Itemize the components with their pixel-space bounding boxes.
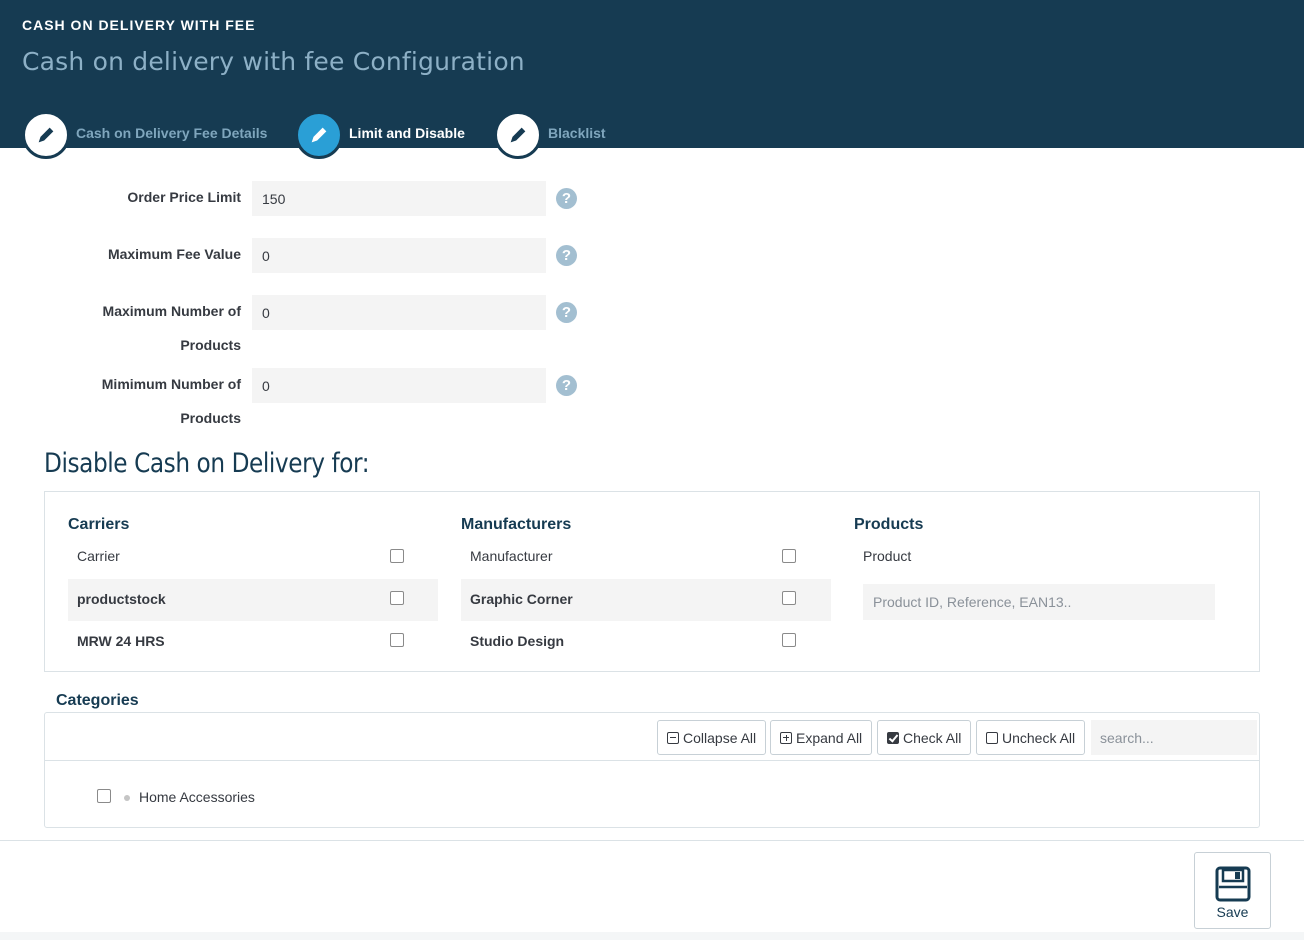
carrier-select-all-checkbox[interactable] — [390, 549, 404, 563]
products-title: Products — [854, 516, 924, 533]
max-products-label-line2: Products — [180, 337, 241, 353]
help-icon[interactable]: ? — [556, 302, 577, 323]
category-label[interactable]: Home Accessories — [139, 789, 255, 805]
product-header: Product — [863, 548, 912, 564]
save-button[interactable]: Save — [1194, 852, 1271, 929]
collapse-all-label: Collapse All — [683, 729, 757, 746]
manufacturer-checkbox[interactable] — [782, 591, 796, 605]
carrier-checkbox[interactable] — [390, 633, 404, 647]
maximum-number-of-products-input[interactable] — [252, 295, 546, 330]
tree-bullet-icon — [124, 794, 130, 801]
category-checkbox[interactable] — [97, 789, 111, 803]
manufacturer-row: Graphic Corner — [461, 579, 831, 621]
order-price-limit-label: Order Price Limit — [127, 189, 241, 205]
manufacturer-name: Studio Design — [470, 633, 565, 649]
manufacturer-checkbox[interactable] — [782, 633, 796, 647]
uncheck-all-button[interactable]: Uncheck All — [976, 720, 1086, 755]
manufacturer-header: Manufacturer — [470, 548, 553, 564]
category-search-input[interactable] — [1091, 720, 1257, 755]
manufacturer-row: Studio Design — [461, 621, 831, 663]
expand-icon — [780, 731, 792, 744]
collapse-all-button[interactable]: Collapse All — [657, 720, 767, 755]
pencil-icon — [38, 127, 54, 143]
categories-toolbar: Collapse All Expand All Check All Unchec… — [45, 713, 1259, 761]
max-products-label-line1: Maximum Number of — [102, 303, 241, 319]
step-blacklist[interactable]: Blacklist — [494, 111, 606, 159]
carrier-name: productstock — [77, 591, 166, 607]
help-icon[interactable]: ? — [556, 375, 577, 396]
manufacturers-title: Manufacturers — [461, 516, 572, 533]
page-footer — [0, 840, 1304, 940]
manufacturer-name: Graphic Corner — [470, 591, 573, 607]
maximum-fee-value-label: Maximum Fee Value — [107, 246, 241, 262]
category-tree-item: Home Accessories — [97, 788, 255, 805]
check-all-button[interactable]: Check All — [877, 720, 972, 755]
step-label: Blacklist — [548, 125, 606, 141]
save-label: Save — [1216, 904, 1249, 920]
maximum-fee-value-input[interactable] — [252, 238, 546, 273]
step-circle — [295, 111, 343, 159]
page-header: CASH ON DELIVERY WITH FEE Cash on delive… — [0, 0, 1304, 159]
categories-title: Categories — [56, 692, 139, 709]
disable-panel: Carriers Carrier productstock MRW 24 HRS… — [44, 491, 1260, 672]
expand-all-label: Expand All — [796, 729, 863, 746]
min-products-label-line2: Products — [180, 410, 241, 426]
module-name: CASH ON DELIVERY WITH FEE — [22, 17, 256, 33]
carrier-header: Carrier — [77, 548, 120, 564]
step-label: Limit and Disable — [349, 125, 465, 141]
manufacturer-select-all-checkbox[interactable] — [782, 549, 796, 563]
step-fee-details[interactable]: Cash on Delivery Fee Details — [22, 111, 267, 159]
footer-strip — [0, 932, 1304, 940]
carriers-title: Carriers — [68, 516, 130, 533]
step-circle — [494, 111, 542, 159]
expand-all-button[interactable]: Expand All — [770, 720, 873, 755]
checked-box-icon — [887, 731, 899, 744]
disable-section-title: Disable Cash on Delivery for: — [44, 448, 370, 479]
carrier-checkbox[interactable] — [390, 591, 404, 605]
check-all-label: Check All — [903, 729, 962, 746]
categories-panel: Collapse All Expand All Check All Unchec… — [44, 712, 1260, 828]
pencil-icon — [311, 127, 327, 143]
product-search-input[interactable] — [863, 584, 1215, 620]
floppy-disk-icon — [1215, 866, 1250, 902]
help-icon[interactable]: ? — [556, 245, 577, 266]
minimum-number-of-products-input[interactable] — [252, 368, 546, 403]
unchecked-box-icon — [986, 731, 998, 744]
step-limit-disable[interactable]: Limit and Disable — [295, 111, 465, 159]
carrier-name: MRW 24 HRS — [77, 633, 165, 649]
step-label: Cash on Delivery Fee Details — [76, 125, 268, 141]
carrier-row: productstock — [68, 579, 438, 621]
uncheck-all-label: Uncheck All — [1002, 729, 1076, 746]
collapse-icon — [667, 731, 679, 744]
min-products-label-line1: Mimimum Number of — [101, 376, 241, 392]
page-title: Cash on delivery with fee Configuration — [22, 47, 525, 76]
order-price-limit-input[interactable] — [252, 181, 546, 216]
pencil-icon — [510, 127, 526, 143]
help-icon[interactable]: ? — [556, 188, 577, 209]
carrier-row: MRW 24 HRS — [68, 621, 438, 663]
step-circle — [22, 111, 70, 159]
